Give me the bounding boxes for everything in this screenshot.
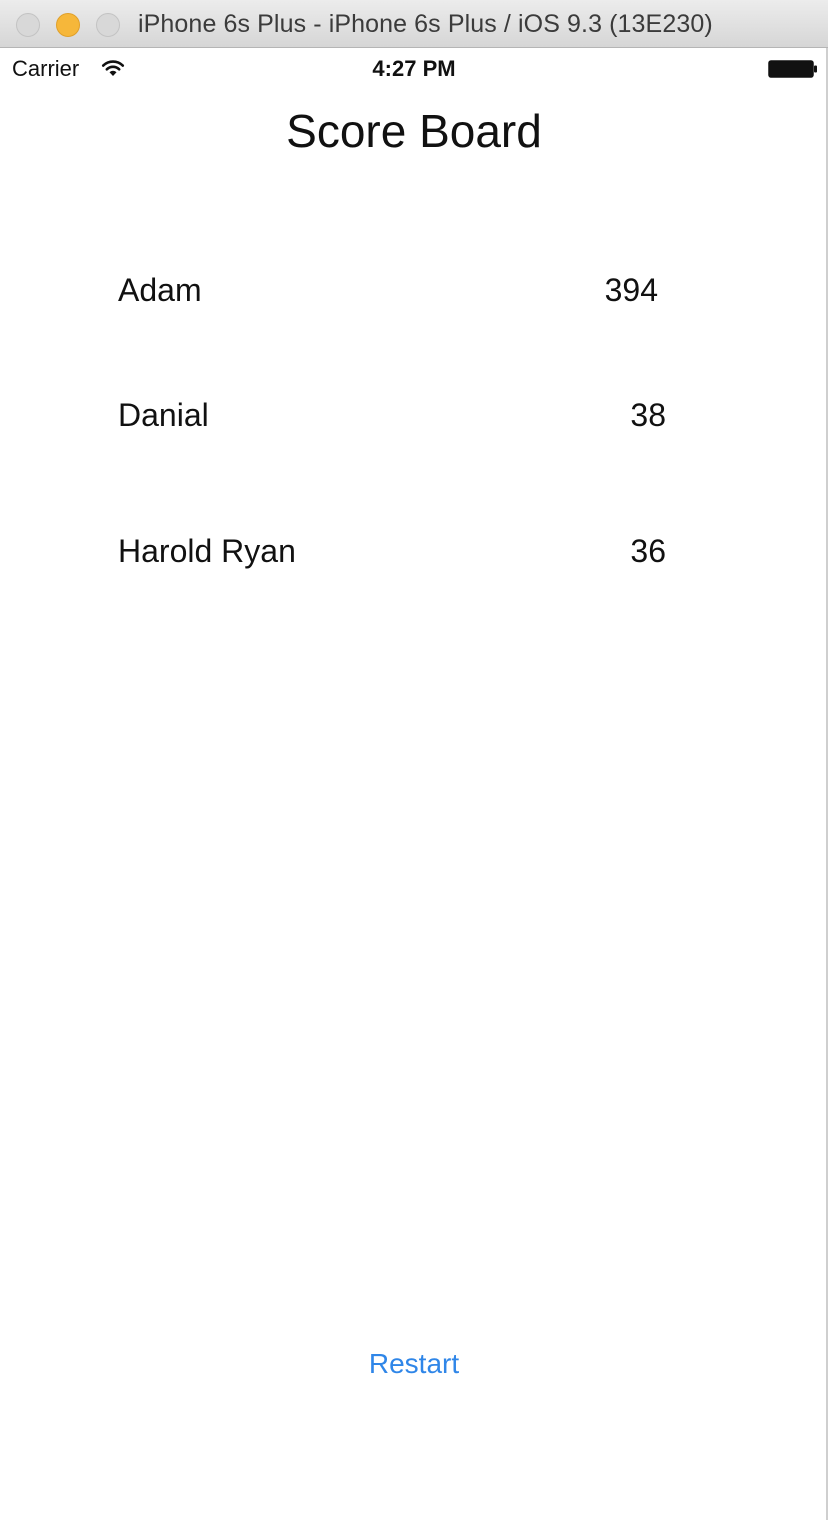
- player-score: 36: [630, 533, 666, 569]
- close-window-button[interactable]: [16, 13, 40, 37]
- player-score: 38: [630, 397, 666, 433]
- player-name: Danial: [118, 397, 209, 433]
- player-name: Adam: [118, 272, 202, 308]
- page-title: Score Board: [286, 105, 542, 157]
- battery-icon: [768, 60, 817, 78]
- window-title: iPhone 6s Plus - iPhone 6s Plus / iOS 9.…: [138, 10, 713, 38]
- restart-button[interactable]: Restart: [0, 1348, 828, 1380]
- zoom-window-button[interactable]: [96, 13, 120, 37]
- player-name: Harold Ryan: [118, 533, 296, 569]
- simulator-window: iPhone 6s Plus - iPhone 6s Plus / iOS 9.…: [0, 0, 828, 1520]
- score-row: Adam 394: [118, 272, 666, 322]
- score-row: Harold Ryan 36: [118, 533, 666, 583]
- ios-status-bar: Carrier 4:27 PM: [0, 48, 828, 90]
- score-row: Danial 38: [118, 397, 666, 447]
- minimize-window-button[interactable]: [56, 13, 80, 37]
- player-score: 394: [604, 272, 658, 308]
- window-titlebar[interactable]: iPhone 6s Plus - iPhone 6s Plus / iOS 9.…: [0, 0, 828, 48]
- status-time: 4:27 PM: [372, 56, 456, 81]
